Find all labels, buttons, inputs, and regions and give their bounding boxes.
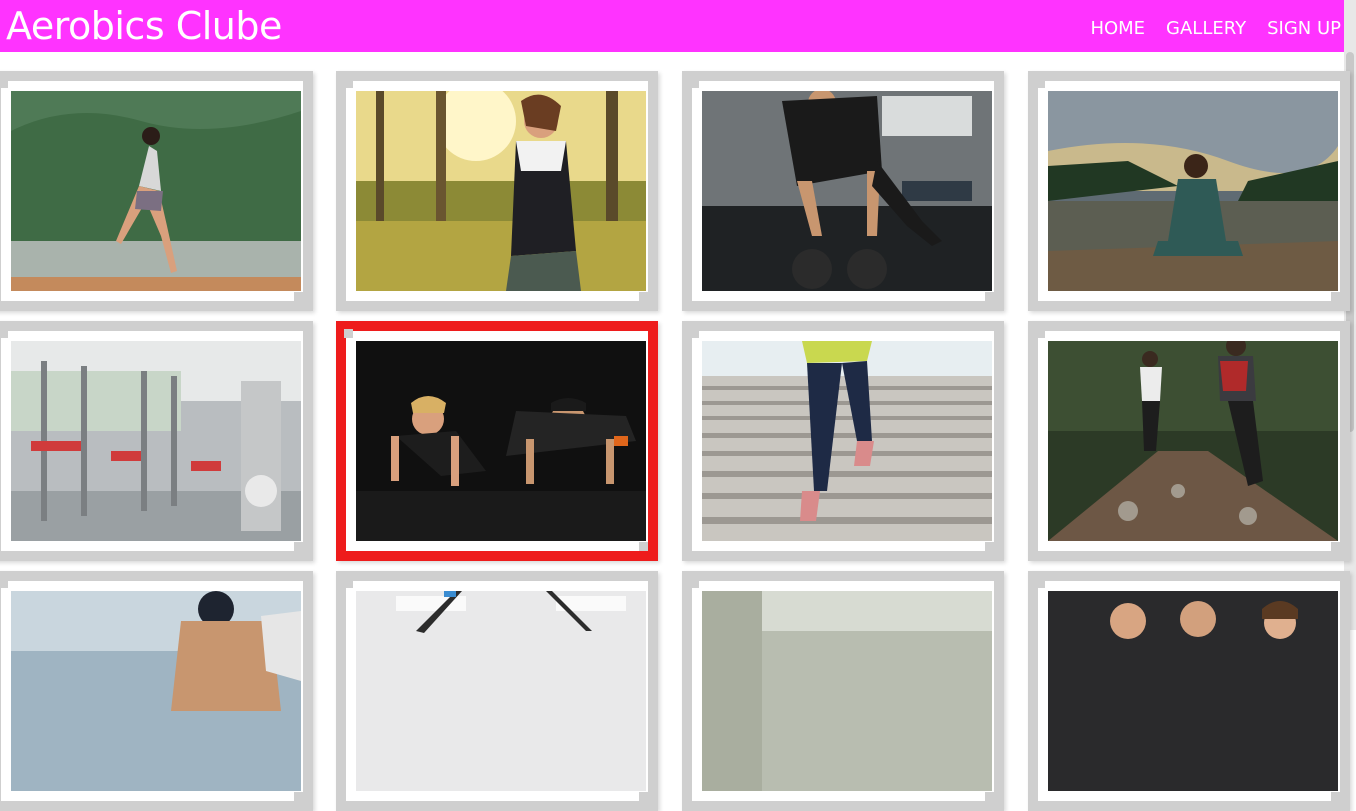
runner-climbing-stairs-photo[interactable]: [702, 341, 992, 541]
frame-corner: [0, 329, 8, 338]
frame-corner: [344, 579, 353, 588]
frame-corner: [639, 792, 648, 801]
gallery-card-3[interactable]: [682, 71, 1004, 311]
photo-image: [11, 91, 301, 291]
photo-image: [702, 91, 992, 291]
photo-image: [1048, 591, 1338, 791]
gallery-card-5[interactable]: [0, 321, 313, 561]
frame-corner: [0, 79, 8, 88]
frame-corner: [344, 329, 353, 338]
photo-image: [356, 341, 646, 541]
nav-signup-link[interactable]: SIGN UP: [1267, 18, 1341, 39]
photo-image: [1048, 341, 1338, 541]
frame-corner: [1331, 542, 1340, 551]
frame-corner: [1331, 292, 1340, 301]
frame-corner: [0, 579, 8, 588]
frame-corner: [690, 329, 699, 338]
gallery-card-8[interactable]: [1028, 321, 1350, 561]
gallery-card-1[interactable]: [0, 71, 313, 311]
frame-corner: [639, 542, 648, 551]
gym-interior-photo[interactable]: [702, 591, 992, 791]
photo-image: [702, 341, 992, 541]
gallery-card-4[interactable]: [1028, 71, 1350, 311]
suspension-straps-gym-photo[interactable]: [356, 591, 646, 791]
frame-corner: [985, 542, 994, 551]
gallery-card-11[interactable]: [682, 571, 1004, 811]
frame-corner: [1036, 579, 1045, 588]
gallery-card-7[interactable]: [682, 321, 1004, 561]
frame-corner: [639, 292, 648, 301]
gallery-card-9[interactable]: [0, 571, 313, 811]
frame-corner: [690, 579, 699, 588]
photo-image: [1048, 91, 1338, 291]
photo-image: [11, 341, 301, 541]
team-portrait-photo[interactable]: [1048, 591, 1338, 791]
photo-image: [356, 591, 646, 791]
frame-corner: [344, 79, 353, 88]
frame-corner: [1036, 329, 1045, 338]
gallery-card-2[interactable]: [336, 71, 658, 311]
top-navbar: Aerobics Clube HOME GALLERY SIGN UP: [0, 0, 1356, 52]
man-boxing-photo[interactable]: [11, 591, 301, 791]
photo-image: [702, 591, 992, 791]
gallery-card-12[interactable]: [1028, 571, 1350, 811]
site-brand[interactable]: Aerobics Clube: [6, 0, 282, 52]
woman-jogging-forest-photo[interactable]: [356, 91, 646, 291]
man-kettlebell-pushup-photo[interactable]: [702, 91, 992, 291]
frame-corner: [1036, 79, 1045, 88]
nav-home-link[interactable]: HOME: [1090, 18, 1145, 39]
trail-runners-forest-photo[interactable]: [1048, 341, 1338, 541]
main-nav: HOME GALLERY SIGN UP: [1090, 0, 1341, 52]
frame-corner: [294, 292, 303, 301]
woman-meditating-dock-photo[interactable]: [1048, 91, 1338, 291]
photo-image: [11, 591, 301, 791]
frame-corner: [985, 292, 994, 301]
gym-equipment-room-photo[interactable]: [11, 341, 301, 541]
frame-corner: [294, 542, 303, 551]
frame-corner: [985, 792, 994, 801]
gallery-card-6-selected[interactable]: [336, 321, 658, 561]
woman-running-lakeside-photo[interactable]: [11, 91, 301, 291]
couple-pushups-photo[interactable]: [356, 341, 646, 541]
frame-corner: [690, 79, 699, 88]
frame-corner: [1331, 792, 1340, 801]
nav-gallery-link[interactable]: GALLERY: [1166, 18, 1246, 39]
frame-corner: [294, 792, 303, 801]
gallery-card-10[interactable]: [336, 571, 658, 811]
photo-image: [356, 91, 646, 291]
